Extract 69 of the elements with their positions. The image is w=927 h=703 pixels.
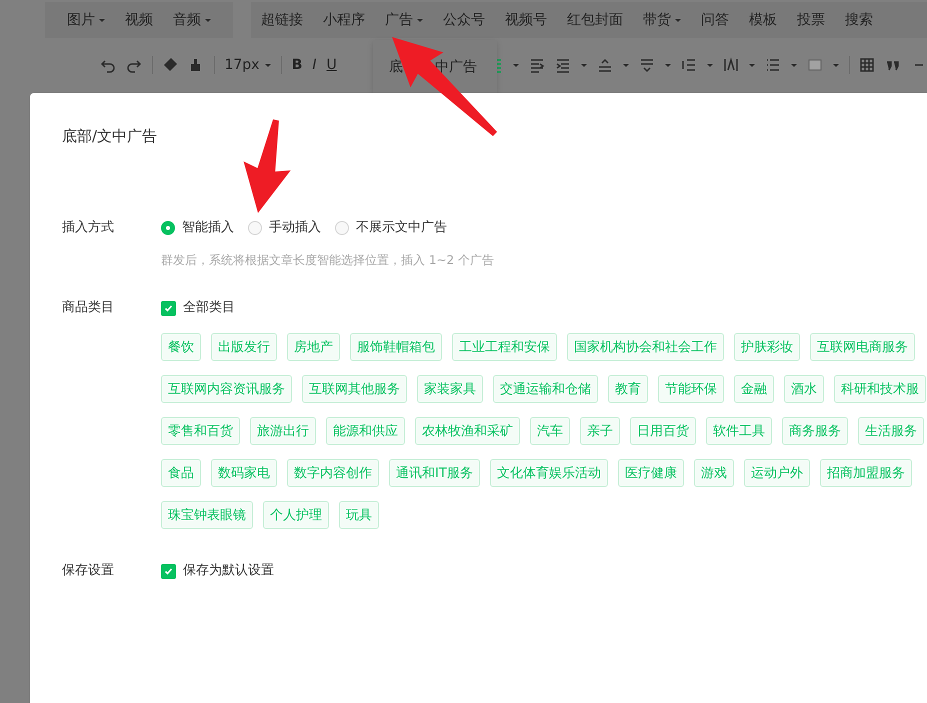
menu-item[interactable]: 模板	[739, 11, 787, 29]
category-tag[interactable]: 房地产	[287, 333, 340, 361]
category-tag[interactable]: 酒水	[784, 375, 824, 403]
menu-item-text[interactable]: 中广告	[435, 58, 477, 76]
category-tag[interactable]: 医疗健康	[618, 459, 684, 487]
menu-item[interactable]: 音频	[163, 11, 221, 29]
category-tag[interactable]: 互联网其他服务	[302, 375, 407, 403]
category-tag[interactable]: 农林牧渔和采矿	[415, 417, 520, 445]
category-tag[interactable]: 个人护理	[263, 501, 329, 529]
radio-option[interactable]: 手动插入	[248, 218, 321, 238]
menu-item[interactable]: 公众号	[433, 11, 495, 29]
category-tag[interactable]: 零售和百货	[161, 417, 240, 445]
category-tag[interactable]: 餐饮	[161, 333, 201, 361]
format-button[interactable]: U	[326, 57, 337, 73]
category-tag[interactable]: 科研和技术服	[834, 375, 926, 403]
category-tag[interactable]: 珠宝钟表眼镜	[161, 501, 253, 529]
hint-text: 群发后，系统将根据文章长度智能选择位置，插入 1~2 个广告	[161, 252, 494, 269]
category-tag[interactable]: 文化体育娱乐活动	[490, 459, 608, 487]
checkbox-option[interactable]: 全部类目	[161, 298, 235, 318]
font-size-select[interactable]: 17px	[224, 57, 272, 73]
checkbox-option[interactable]: 保存为默认设置	[161, 561, 274, 581]
menu-item[interactable]: 图片	[57, 11, 115, 29]
category-tag[interactable]: 护肤彩妆	[734, 333, 800, 361]
menu-item-text[interactable]: 底	[389, 58, 403, 76]
category-tag[interactable]: 玩具	[339, 501, 379, 529]
menu-item[interactable]: 超链接	[251, 11, 313, 29]
menu-item[interactable]: 红包封面	[557, 11, 633, 29]
field-label: 商品类目	[62, 299, 115, 317]
category-tag[interactable]: 运动户外	[744, 459, 810, 487]
menu-item[interactable]: 广告	[375, 11, 433, 29]
category-tag[interactable]: 能源和供应	[326, 417, 405, 445]
format-button[interactable]: B	[292, 57, 302, 73]
category-tag[interactable]: 食品	[161, 459, 201, 487]
menu-item[interactable]: 问答	[691, 11, 739, 29]
radio-option[interactable]: 不展示文中广告	[335, 218, 447, 238]
category-tag[interactable]: 日用百货	[630, 417, 696, 445]
category-tag[interactable]: 出版发行	[211, 333, 277, 361]
category-tag[interactable]: 教育	[608, 375, 648, 403]
field-label: 保存设置	[62, 562, 115, 580]
menu-item[interactable]: 视频	[115, 11, 163, 29]
menu-item[interactable]: 视频号	[495, 11, 557, 29]
category-tag[interactable]: 商务服务	[782, 417, 848, 445]
category-tag[interactable]: 节能环保	[658, 375, 724, 403]
menu-item[interactable]: 搜索	[835, 11, 883, 29]
category-tag[interactable]: 数码家电	[211, 459, 277, 487]
dialog-title: 底部/文中广告	[62, 127, 158, 146]
category-tag[interactable]: 软件工具	[706, 417, 772, 445]
category-tag[interactable]: 交通运输和仓储	[493, 375, 598, 403]
category-tag[interactable]: 互联网电商服务	[810, 333, 915, 361]
category-tag[interactable]: 生活服务	[858, 417, 924, 445]
category-tag[interactable]: 金融	[734, 375, 774, 403]
category-tag[interactable]: 国家机构协会和社会工作	[567, 333, 724, 361]
field-label: 插入方式	[62, 219, 115, 237]
category-tag[interactable]: 通讯和IT服务	[389, 459, 480, 487]
category-tag[interactable]: 互联网内容资讯服务	[161, 375, 292, 403]
category-tag[interactable]: 汽车	[530, 417, 570, 445]
category-tag[interactable]: 服饰鞋帽箱包	[350, 333, 442, 361]
menu-item[interactable]: 带货	[633, 11, 691, 29]
category-tag[interactable]: 亲子	[580, 417, 620, 445]
category-tag[interactable]: 招商加盟服务	[820, 459, 912, 487]
menu-item[interactable]: 投票	[787, 11, 835, 29]
category-tag[interactable]: 游戏	[694, 459, 734, 487]
format-button[interactable]: I	[312, 57, 317, 73]
category-tag[interactable]: 旅游出行	[250, 417, 316, 445]
category-tag[interactable]: 工业工程和安保	[452, 333, 557, 361]
menu-item[interactable]: 小程序	[313, 11, 375, 29]
radio-option[interactable]: 智能插入	[161, 218, 234, 238]
category-tag[interactable]: 家装家具	[417, 375, 483, 403]
category-tag[interactable]: 数字内容创作	[287, 459, 379, 487]
